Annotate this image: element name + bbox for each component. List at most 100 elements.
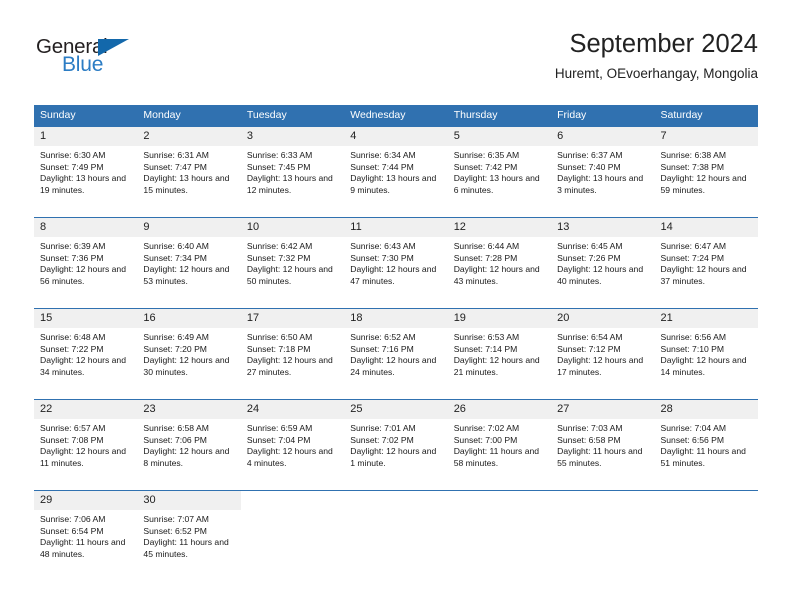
- sunset-text: Sunset: 7:02 PM: [350, 434, 414, 445]
- sunrise-text: Sunrise: 6:33 AM: [246, 150, 313, 160]
- calendar-day-cell[interactable]: 30 Sunrise: 7:07 AM Sunset: 6:52 PM Dayligh…: [137, 490, 241, 581]
- calendar-day-cell[interactable]: 17 Sunrise: 6:50 AM Sunset: 7:18 PM Dayligh…: [240, 308, 345, 400]
- calendar-day-cell[interactable]: 2 Sunrise: 6:31 AM Sunset: 7:47 PM Daylight…: [137, 127, 241, 218]
- daylight-text: Daylight: 12 hours and 40 minutes.: [557, 264, 644, 286]
- calendar-day-cell[interactable]: 27 Sunrise: 7:03 AM Sunset: 6:58 PM Dayligh…: [551, 399, 655, 491]
- day-number: 8: [34, 218, 138, 237]
- calendar-day-cell[interactable]: 16 Sunrise: 6:49 AM Sunset: 7:20 PM Dayligh…: [137, 308, 241, 400]
- calendar-day-cell[interactable]: 26 Sunrise: 7:02 AM Sunset: 7:00 PM Dayligh…: [447, 399, 552, 491]
- calendar-day-cell[interactable]: 28 Sunrise: 7:04 AM Sunset: 6:56 PM Dayligh…: [654, 399, 758, 491]
- calendar-day-cell[interactable]: 25 Sunrise: 7:01 AM Sunset: 7:02 PM Dayligh…: [344, 399, 448, 491]
- day-details: Sunrise: 6:40 AM Sunset: 7:34 PM Daylight:…: [137, 237, 240, 287]
- calendar-day-cell[interactable]: 20 Sunrise: 6:54 AM Sunset: 7:12 PM Dayligh…: [551, 308, 655, 400]
- calendar-cell-empty: [447, 490, 552, 581]
- calendar-day-cell[interactable]: 9 Sunrise: 6:40 AM Sunset: 7:34 PM Daylight…: [137, 217, 241, 309]
- daylight-text: Daylight: 12 hours and 11 minutes.: [40, 446, 126, 468]
- calendar-day-cell[interactable]: 5 Sunrise: 6:35 AM Sunset: 7:42 PM Daylight…: [447, 127, 552, 218]
- sunset-text: Sunset: 6:56 PM: [660, 434, 725, 445]
- day-number: 2: [137, 127, 241, 146]
- day-number: 25: [344, 400, 448, 419]
- daylight-text: Daylight: 11 hours and 51 minutes.: [660, 446, 746, 468]
- sunset-text: Sunset: 7:24 PM: [660, 252, 725, 263]
- daylight-text: Daylight: 12 hours and 53 minutes.: [143, 264, 230, 286]
- sunset-text: Sunset: 7:16 PM: [350, 343, 414, 354]
- daylight-text: Daylight: 12 hours and 56 minutes.: [40, 264, 126, 286]
- sunrise-text: Sunrise: 6:38 AM: [660, 150, 726, 160]
- calendar-day-cell[interactable]: 19 Sunrise: 6:53 AM Sunset: 7:14 PM Dayligh…: [447, 308, 552, 400]
- day-number: [240, 491, 345, 510]
- day-number: 10: [240, 218, 345, 237]
- day-number: 15: [34, 309, 138, 328]
- sunset-text: Sunset: 7:06 PM: [143, 434, 207, 445]
- sunset-text: Sunset: 7:12 PM: [557, 343, 621, 354]
- sunset-text: Sunset: 6:58 PM: [557, 434, 621, 445]
- calendar-day-cell[interactable]: 6 Sunrise: 6:37 AM Sunset: 7:40 PM Daylight…: [551, 127, 655, 218]
- sunset-text: Sunset: 7:36 PM: [40, 252, 104, 263]
- calendar-day-cell[interactable]: 10 Sunrise: 6:42 AM Sunset: 7:32 PM Dayligh…: [240, 217, 345, 309]
- day-details: Sunrise: 7:07 AM Sunset: 6:52 PM Daylight:…: [137, 510, 240, 560]
- daylight-text: Daylight: 13 hours and 6 minutes.: [453, 173, 540, 195]
- daylight-text: Daylight: 13 hours and 3 minutes.: [557, 173, 644, 195]
- daylight-text: Daylight: 11 hours and 58 minutes.: [453, 446, 540, 468]
- day-details: Sunrise: 6:57 AM Sunset: 7:08 PM Daylight:…: [34, 419, 137, 469]
- calendar-day-cell[interactable]: 12 Sunrise: 6:44 AM Sunset: 7:28 PM Dayligh…: [447, 217, 552, 309]
- sunrise-text: Sunrise: 7:07 AM: [143, 514, 209, 524]
- sunrise-text: Sunrise: 6:56 AM: [660, 332, 726, 342]
- calendar-cell-empty: [240, 490, 345, 581]
- day-number: 22: [34, 400, 138, 419]
- calendar-day-cell[interactable]: 18 Sunrise: 6:52 AM Sunset: 7:16 PM Dayligh…: [344, 308, 448, 400]
- calendar-day-cell[interactable]: 4 Sunrise: 6:34 AM Sunset: 7:44 PM Daylight…: [344, 127, 448, 218]
- sunrise-text: Sunrise: 7:04 AM: [660, 423, 726, 433]
- calendar-day-cell[interactable]: 15 Sunrise: 6:48 AM Sunset: 7:22 PM Dayligh…: [34, 308, 138, 400]
- daylight-text: Daylight: 12 hours and 14 minutes.: [660, 355, 747, 377]
- daylight-text: Daylight: 13 hours and 9 minutes.: [350, 173, 437, 195]
- page-header: General Blue September 2024 Huremt, OEvo…: [34, 28, 758, 98]
- calendar-day-cell[interactable]: 29 Sunrise: 7:06 AM Sunset: 6:54 PM Dayligh…: [34, 490, 138, 581]
- calendar-day-cell[interactable]: 8 Sunrise: 6:39 AM Sunset: 7:36 PM Daylight…: [34, 217, 138, 309]
- weekday-header-saturday: Saturday: [654, 105, 758, 127]
- calendar-day-cell[interactable]: 11 Sunrise: 6:43 AM Sunset: 7:30 PM Dayligh…: [344, 217, 448, 309]
- sunset-text: Sunset: 6:52 PM: [143, 525, 207, 536]
- sunset-text: Sunset: 6:54 PM: [40, 525, 104, 536]
- day-details: Sunrise: 6:37 AM Sunset: 7:40 PM Daylight:…: [551, 146, 654, 196]
- day-number: 1: [34, 127, 138, 146]
- sunrise-text: Sunrise: 6:47 AM: [660, 241, 726, 251]
- daylight-text: Daylight: 12 hours and 34 minutes.: [40, 355, 126, 377]
- calendar-day-cell[interactable]: 3 Sunrise: 6:33 AM Sunset: 7:45 PM Daylight…: [240, 127, 345, 218]
- day-number: 13: [551, 218, 655, 237]
- calendar-day-cell[interactable]: 7 Sunrise: 6:38 AM Sunset: 7:38 PM Daylight…: [654, 127, 758, 218]
- sunrise-text: Sunrise: 6:42 AM: [246, 241, 313, 251]
- daylight-text: Daylight: 12 hours and 43 minutes.: [453, 264, 540, 286]
- sunrise-text: Sunrise: 6:52 AM: [350, 332, 416, 342]
- day-number: 9: [137, 218, 241, 237]
- day-number: 4: [344, 127, 448, 146]
- sunset-text: Sunset: 7:28 PM: [453, 252, 518, 263]
- daylight-text: Daylight: 12 hours and 27 minutes.: [246, 355, 333, 377]
- day-details: Sunrise: 6:44 AM Sunset: 7:28 PM Daylight:…: [448, 237, 551, 287]
- daylight-text: Daylight: 11 hours and 45 minutes.: [143, 537, 229, 559]
- day-number: 12: [447, 218, 552, 237]
- title-block: September 2024 Huremt, OEvoerhangay, Mon…: [555, 28, 758, 84]
- sunset-text: Sunset: 7:20 PM: [143, 343, 207, 354]
- day-number: [344, 491, 448, 510]
- sunset-text: Sunset: 7:18 PM: [246, 343, 311, 354]
- day-number: 7: [654, 127, 758, 146]
- day-details: Sunrise: 7:04 AM Sunset: 6:56 PM Daylight:…: [655, 419, 758, 469]
- calendar-body: 1 Sunrise: 6:30 AM Sunset: 7:49 PM Daylight…: [34, 127, 758, 581]
- sunrise-text: Sunrise: 6:53 AM: [453, 332, 520, 342]
- day-details: Sunrise: 7:06 AM Sunset: 6:54 PM Daylight:…: [34, 510, 137, 560]
- sunset-text: Sunset: 7:10 PM: [660, 343, 725, 354]
- day-details: Sunrise: 6:30 AM Sunset: 7:49 PM Daylight:…: [34, 146, 137, 196]
- calendar-day-cell[interactable]: 23 Sunrise: 6:58 AM Sunset: 7:06 PM Dayligh…: [137, 399, 241, 491]
- sunrise-text: Sunrise: 6:37 AM: [557, 150, 623, 160]
- calendar-day-cell[interactable]: 24 Sunrise: 6:59 AM Sunset: 7:04 PM Dayligh…: [240, 399, 345, 491]
- calendar-day-cell[interactable]: 13 Sunrise: 6:45 AM Sunset: 7:26 PM Dayligh…: [551, 217, 655, 309]
- weekday-header-thursday: Thursday: [447, 105, 552, 127]
- calendar-day-cell[interactable]: 21 Sunrise: 6:56 AM Sunset: 7:10 PM Dayligh…: [654, 308, 758, 400]
- calendar-day-cell[interactable]: 14 Sunrise: 6:47 AM Sunset: 7:24 PM Dayligh…: [654, 217, 758, 309]
- calendar-day-cell[interactable]: 1 Sunrise: 6:30 AM Sunset: 7:49 PM Daylight…: [34, 127, 138, 218]
- logo-text-blue: Blue: [62, 53, 104, 76]
- day-details: Sunrise: 6:31 AM Sunset: 7:47 PM Daylight:…: [137, 146, 240, 196]
- sunrise-text: Sunrise: 6:31 AM: [143, 150, 209, 160]
- calendar-day-cell[interactable]: 22 Sunrise: 6:57 AM Sunset: 7:08 PM Dayligh…: [34, 399, 138, 491]
